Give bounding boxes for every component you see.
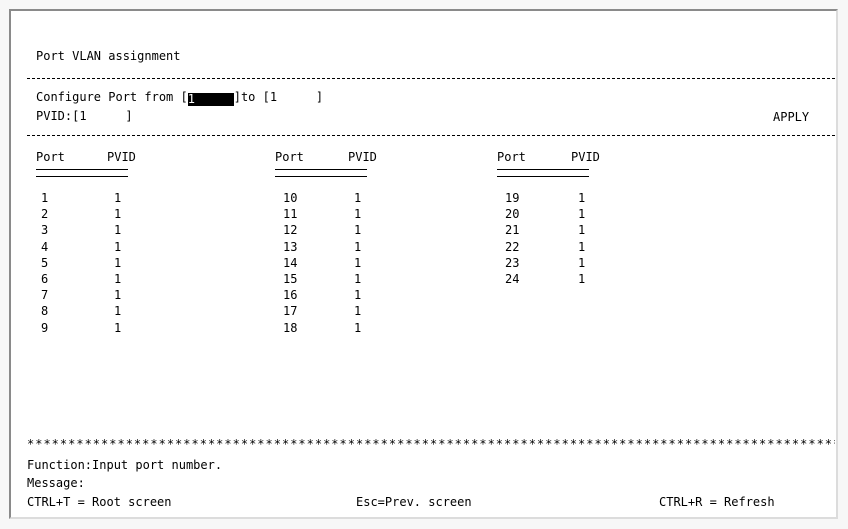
port-pvid-value: 1	[354, 304, 362, 319]
port-number: 23	[505, 255, 520, 270]
port-pvid-value: 1	[354, 191, 362, 205]
port-pvid-value: 1	[114, 304, 122, 319]
pvid-input[interactable]: 1	[79, 109, 125, 123]
port-number: 21	[505, 223, 520, 238]
port-number: 10	[283, 191, 298, 205]
function-text: Function:Input port number.	[27, 458, 223, 472]
col1-header-port: Port	[36, 150, 65, 164]
port-pvid-value: 1	[578, 272, 586, 286]
port-range-row: Configure Port from [1]to [1]	[36, 90, 323, 106]
port-number: 18	[283, 320, 298, 335]
port-pvid-value: 1	[354, 272, 362, 286]
port-pvid-value: 1	[354, 239, 362, 254]
root-screen-hint[interactable]: CTRL+T = Root screen	[27, 495, 172, 509]
prev-screen-hint[interactable]: Esc=Prev. screen	[356, 495, 472, 509]
port-number: 15	[283, 272, 298, 286]
port-pvid-value: 1	[578, 239, 586, 254]
port-pvid-value: 1	[578, 207, 586, 222]
port-pvid-value: 1	[114, 272, 122, 286]
port-number: 2	[41, 207, 49, 222]
port-number: 19	[505, 191, 520, 205]
port-pvid-value: 1	[114, 239, 122, 254]
col2-header-port: Port	[275, 150, 304, 164]
col3-header-pvid: PVID	[571, 150, 600, 164]
port-pvid-value: 1	[354, 207, 362, 222]
terminal-window: Port VLAN assignment Configure Port from…	[9, 9, 838, 519]
port-pvid-value: 1	[578, 223, 586, 238]
port-number: 6	[41, 272, 49, 286]
from-label: Configure Port from [	[36, 90, 188, 104]
port-pvid-value: 1	[114, 255, 122, 270]
port-pvid-value: 1	[114, 223, 122, 238]
port-number: 8	[41, 304, 49, 319]
port-number: 17	[283, 304, 298, 319]
apply-button[interactable]: APPLY	[773, 110, 809, 124]
col2-header-pvid: PVID	[348, 150, 377, 164]
from-port-input[interactable]: 1	[187, 93, 234, 106]
port-number: 11	[283, 207, 298, 222]
pvid-close-bracket: ]	[125, 109, 133, 123]
port-number: 1	[41, 191, 49, 205]
port-number: 14	[283, 255, 298, 270]
port-number: 9	[41, 320, 49, 335]
config-divider	[27, 135, 835, 136]
col2-header-underline	[275, 169, 367, 177]
top-divider	[27, 78, 835, 79]
port-number: 16	[283, 288, 298, 303]
port-number: 24	[505, 272, 520, 286]
port-number: 4	[41, 239, 49, 254]
port-pvid-value: 1	[578, 255, 586, 270]
page-title: Port VLAN assignment	[36, 49, 181, 63]
port-pvid-value: 1	[114, 320, 122, 335]
col1-header-underline	[36, 169, 128, 177]
refresh-hint[interactable]: CTRL+R = Refresh	[659, 495, 775, 509]
port-pvid-value: 1	[354, 255, 362, 270]
port-pvid-value: 1	[114, 207, 122, 222]
port-number: 13	[283, 239, 298, 254]
to-label: ]to [	[233, 90, 270, 104]
col3-header-port: Port	[497, 150, 526, 164]
port-number: 3	[41, 223, 49, 238]
port-number: 5	[41, 255, 49, 270]
port-number: 12	[283, 223, 298, 238]
col3-header-underline	[497, 169, 589, 177]
message-text: Message:	[27, 476, 85, 490]
port-number: 20	[505, 207, 520, 222]
port-number: 7	[41, 288, 49, 303]
port-number: 22	[505, 239, 520, 254]
port-pvid-value: 1	[354, 320, 362, 335]
port-pvid-value: 1	[114, 191, 122, 205]
to-port-input[interactable]: 1	[270, 90, 316, 104]
pvid-row: PVID:[1]	[36, 109, 133, 123]
port-pvid-value: 1	[578, 191, 586, 205]
footer-divider: ****************************************…	[27, 437, 835, 447]
port-pvid-value: 1	[354, 288, 362, 303]
to-close-bracket: ]	[315, 90, 324, 104]
col1-header-pvid: PVID	[107, 150, 136, 164]
pvid-label: PVID:[	[36, 109, 80, 123]
port-pvid-value: 1	[354, 223, 362, 238]
port-pvid-value: 1	[114, 288, 122, 303]
